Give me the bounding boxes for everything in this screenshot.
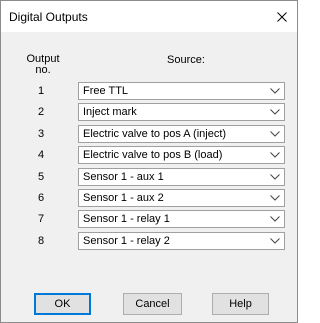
source-select-value: Sensor 1 - aux 1 <box>83 171 164 183</box>
dialog-title: Digital Outputs <box>9 10 88 24</box>
source-select-2[interactable]: Inject mark <box>78 103 285 121</box>
chevron-down-icon <box>270 238 280 244</box>
source-select-value: Inject mark <box>83 106 137 118</box>
close-icon <box>277 11 287 22</box>
cancel-button[interactable]: Cancel <box>123 293 182 315</box>
source-select-5[interactable]: Sensor 1 - aux 1 <box>78 168 285 186</box>
chevron-down-icon <box>270 131 280 137</box>
output-number-2: 2 <box>37 106 45 118</box>
source-select-value: Sensor 1 - relay 2 <box>83 235 170 247</box>
digital-outputs-dialog: Digital Outputs Output no. Source: 1 Free… <box>0 0 298 323</box>
chevron-down-icon <box>270 88 280 94</box>
source-select-8[interactable]: Sensor 1 - relay 2 <box>78 232 285 250</box>
source-select-6[interactable]: Sensor 1 - aux 2 <box>78 189 285 207</box>
source-select-value: Sensor 1 - aux 2 <box>83 192 164 204</box>
source-header: Source: <box>167 54 205 66</box>
chevron-down-icon <box>270 174 280 180</box>
chevron-down-icon <box>270 152 280 158</box>
chevron-down-icon <box>270 216 280 222</box>
ok-button[interactable]: OK <box>34 293 91 315</box>
output-number-5: 5 <box>37 171 45 183</box>
output-number-4: 4 <box>37 149 45 161</box>
chevron-down-icon <box>270 109 280 115</box>
source-select-7[interactable]: Sensor 1 - relay 1 <box>78 210 285 228</box>
output-number-header: Output no. <box>26 53 60 76</box>
help-button[interactable]: Help <box>212 293 269 315</box>
source-select-1[interactable]: Free TTL <box>78 82 285 100</box>
chevron-down-icon <box>270 195 280 201</box>
source-select-value: Sensor 1 - relay 1 <box>83 213 170 225</box>
title-bar: Digital Outputs <box>1 1 297 32</box>
close-button[interactable] <box>267 1 297 32</box>
source-select-4[interactable]: Electric valve to pos B (load) <box>78 146 285 164</box>
source-select-value: Electric valve to pos A (inject) <box>83 128 227 140</box>
output-number-8: 8 <box>37 235 45 247</box>
output-number-3: 3 <box>37 128 45 140</box>
source-select-3[interactable]: Electric valve to pos A (inject) <box>78 125 285 143</box>
output-number-7: 7 <box>37 213 45 225</box>
source-select-value: Electric valve to pos B (load) <box>83 149 223 161</box>
source-select-value: Free TTL <box>83 85 129 97</box>
output-number-1: 1 <box>37 85 45 97</box>
output-number-6: 6 <box>37 192 45 204</box>
